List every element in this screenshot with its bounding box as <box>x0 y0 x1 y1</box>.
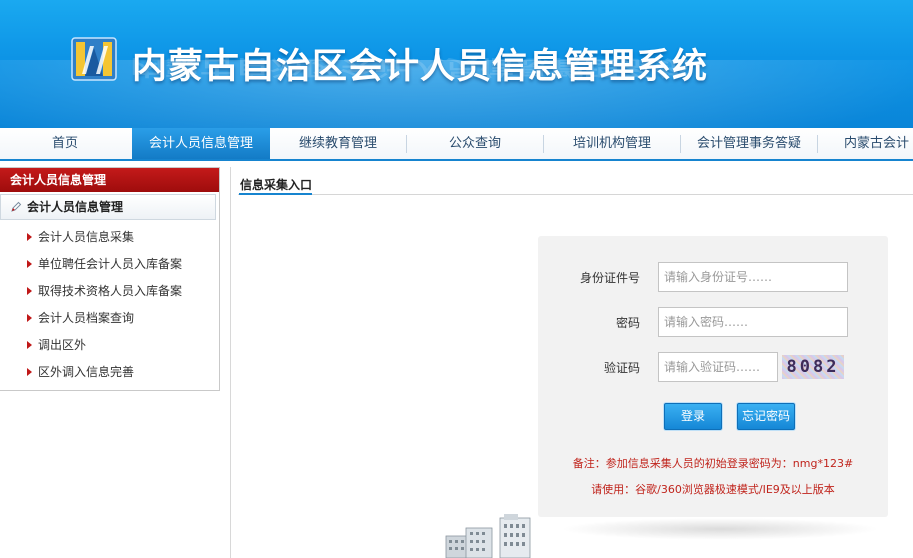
nav-public-query[interactable]: 公众查询 <box>407 128 543 159</box>
sidebar: 会计人员信息管理 会计人员信息管理 会计人员信息采集 单位聘任会计人员入库备案 … <box>0 167 220 391</box>
captcha-image[interactable]: 8082 <box>782 355 844 379</box>
sidebar-item-transfer-in[interactable]: 区外调入信息完善 <box>0 359 218 386</box>
tab-info-collection-entry[interactable]: 信息采集入口 <box>240 176 312 193</box>
header-banner: 内蒙古自治区会计人员信息管理系统 内蒙古自治区会计人员信息管理系统 <box>0 0 913 128</box>
sidebar-item-label: 区外调入信息完善 <box>38 365 135 379</box>
sidebar-item-archive-query[interactable]: 会计人员档案查询 <box>0 305 218 332</box>
nav-training-institutions[interactable]: 培训机构管理 <box>544 128 680 159</box>
sidebar-menu: 会计人员信息采集 单位聘任会计人员入库备案 取得技术资格人员入库备案 会计人员档… <box>0 224 218 386</box>
page: 内蒙古自治区会计人员信息管理系统 内蒙古自治区会计人员信息管理系统 首页 会计人… <box>0 0 913 558</box>
id-number-label: 身份证件号 <box>579 271 640 285</box>
nav-home[interactable]: 首页 <box>0 128 130 159</box>
sidebar-item-info-collection[interactable]: 会计人员信息采集 <box>0 224 218 251</box>
arrow-right-icon <box>27 287 32 295</box>
tab-active-underline <box>239 193 312 195</box>
nav-affairs-qa[interactable]: 会计管理事务答疑 <box>681 128 817 159</box>
password-label: 密码 <box>615 316 640 330</box>
id-number-input[interactable] <box>658 262 848 292</box>
nav-nmg-accounting[interactable]: 内蒙古会计 <box>818 128 913 159</box>
forgot-password-button[interactable]: 忘记密码 <box>737 403 795 430</box>
nav-accounting-personnel[interactable]: 会计人员信息管理 <box>132 128 270 159</box>
nav-continuing-education[interactable]: 继续教育管理 <box>270 128 406 159</box>
title-reflection: 内蒙古自治区会计人员信息管理系统 <box>130 55 690 80</box>
sidebar-item-qualification-filing[interactable]: 取得技术资格人员入库备案 <box>0 278 218 305</box>
panel-shadow <box>560 518 880 540</box>
column-divider <box>230 167 231 558</box>
sidebar-group-label: 会计人员信息管理 <box>27 200 124 214</box>
login-button[interactable]: 登录 <box>664 403 722 430</box>
main-nav: 首页 会计人员信息管理 继续教育管理 公众查询 培训机构管理 会计管理事务答疑 … <box>0 128 913 161</box>
arrow-right-icon <box>27 260 32 268</box>
arrow-right-icon <box>27 314 32 322</box>
initial-password-note: 备注：参加信息采集人员的初始登录密码为：nmg*123# <box>572 457 854 470</box>
sidebar-item-label: 取得技术资格人员入库备案 <box>38 284 183 298</box>
arrow-right-icon <box>27 233 32 241</box>
sidebar-item-label: 会计人员档案查询 <box>38 311 135 325</box>
captcha-input[interactable] <box>658 352 778 382</box>
sidebar-item-label: 会计人员信息采集 <box>38 230 135 244</box>
sidebar-group[interactable]: 会计人员信息管理 <box>0 194 216 220</box>
pencil-icon <box>11 201 22 212</box>
buildings-illustration <box>445 514 531 558</box>
arrow-right-icon <box>27 341 32 349</box>
password-input[interactable] <box>658 307 848 337</box>
sidebar-item-label: 调出区外 <box>38 338 87 352</box>
sidebar-item-employer-filing[interactable]: 单位聘任会计人员入库备案 <box>0 251 218 278</box>
sidebar-item-label: 单位聘任会计人员入库备案 <box>38 257 183 271</box>
tab-divider <box>238 194 913 195</box>
captcha-label: 验证码 <box>603 361 640 375</box>
sidebar-header: 会计人员信息管理 <box>0 168 219 192</box>
arrow-right-icon <box>27 368 32 376</box>
nmg-logo-icon <box>71 37 117 81</box>
browser-requirement-note: 请使用：谷歌/360浏览器极速模式/IE9及以上版本 <box>591 483 835 496</box>
sidebar-item-transfer-out[interactable]: 调出区外 <box>0 332 218 359</box>
